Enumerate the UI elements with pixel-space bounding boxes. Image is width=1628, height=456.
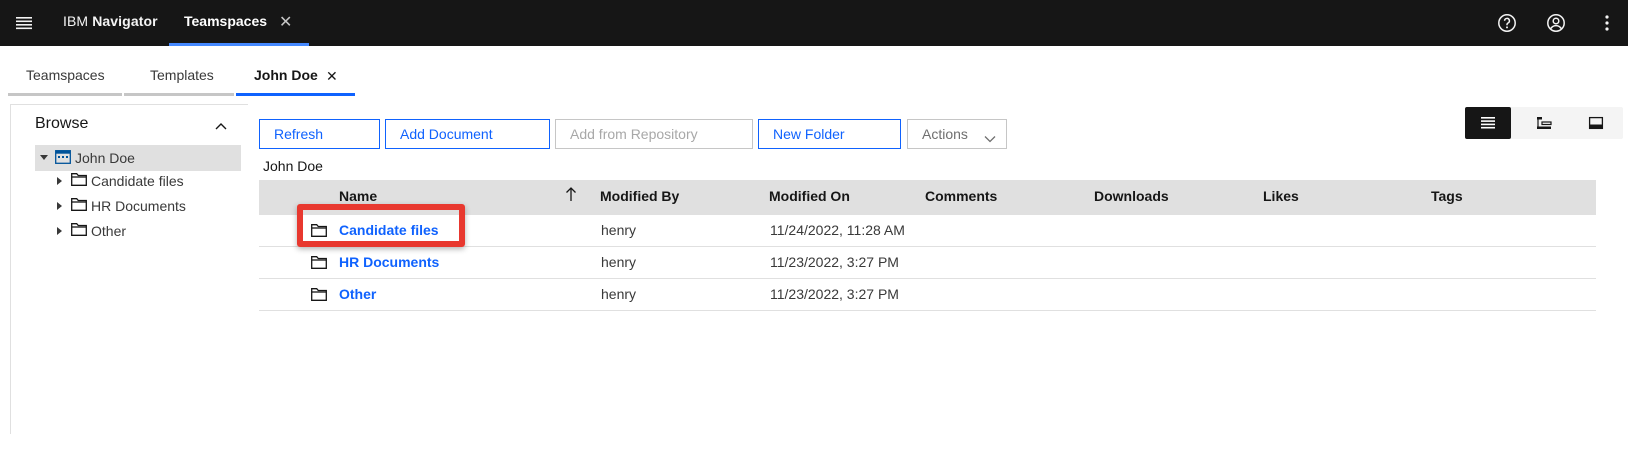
folder-icon — [71, 223, 87, 239]
table-row[interactable]: Candidate files henry 11/24/2022, 11:28 … — [259, 215, 1596, 247]
tree-node: John Doe — [37, 146, 135, 170]
table-row[interactable]: Other henry 11/23/2022, 3:27 PM — [259, 279, 1596, 311]
new-folder-button[interactable]: New Folder — [758, 119, 901, 149]
cell-modified-by: henry — [601, 286, 637, 302]
chevron-down-icon — [984, 130, 996, 146]
column-header-modified-by[interactable]: Modified By — [600, 188, 679, 204]
caret-right-icon[interactable] — [53, 227, 67, 235]
tab-teamspaces-label: Teamspaces — [184, 13, 268, 29]
refresh-button[interactable]: Refresh — [259, 119, 380, 149]
actions-dropdown[interactable]: Actions — [907, 119, 1007, 149]
tab-teamspaces-top[interactable]: Teamspaces ✕ — [169, 0, 309, 46]
tree-root-label: John Doe — [75, 150, 135, 166]
table-header: Name Modified By Modified On Comments Do… — [259, 180, 1596, 215]
brand-prefix: IBM — [63, 13, 89, 29]
folder-name-link[interactable]: Candidate files — [339, 222, 439, 238]
folder-name-link[interactable]: Other — [339, 286, 376, 302]
top-header: IBM Navigator Teamspaces ✕ — [0, 0, 1628, 46]
actions-label: Actions — [922, 126, 968, 142]
cell-modified-by: henry — [601, 222, 637, 238]
cell-modified-on: 11/24/2022, 11:28 AM — [770, 222, 905, 238]
caret-right-icon[interactable] — [53, 202, 67, 210]
tree-item-label: Candidate files — [91, 173, 184, 189]
column-header-downloads[interactable]: Downloads — [1094, 188, 1169, 204]
help-icon[interactable] — [1494, 10, 1520, 36]
sort-ascending-icon[interactable] — [565, 186, 577, 205]
folder-icon — [311, 256, 327, 272]
tree-item-other[interactable]: Other — [53, 219, 126, 243]
folder-icon — [311, 288, 327, 304]
browse-panel: Browse John Doe Candidate files HR Docum… — [10, 104, 248, 434]
chevron-up-icon[interactable] — [215, 117, 227, 133]
tab-templates-label: Templates — [150, 67, 214, 83]
close-icon[interactable]: ✕ — [279, 12, 292, 32]
tab-john-doe-label: John Doe — [254, 67, 318, 83]
user-avatar-icon[interactable] — [1543, 10, 1569, 36]
caret-right-icon[interactable] — [53, 177, 67, 185]
brand-logo[interactable]: IBM Navigator — [63, 13, 158, 29]
tab-john-doe[interactable]: John Doe ✕ — [236, 58, 355, 96]
caret-down-icon[interactable] — [37, 155, 51, 161]
add-document-button[interactable]: Add Document — [385, 119, 550, 149]
column-header-name[interactable]: Name — [339, 188, 377, 204]
table-row[interactable]: HR Documents henry 11/23/2022, 3:27 PM — [259, 247, 1596, 279]
column-header-comments[interactable]: Comments — [925, 188, 997, 204]
folder-icon — [311, 224, 327, 240]
tree-item-hr-documents[interactable]: HR Documents — [53, 194, 186, 218]
breadcrumb[interactable]: John Doe — [263, 158, 323, 174]
cell-modified-by: henry — [601, 254, 637, 270]
tree-item-label: Other — [91, 223, 127, 239]
folder-name-link[interactable]: HR Documents — [339, 254, 439, 270]
browse-title: Browse — [35, 115, 89, 132]
tree-root-john-doe[interactable]: John Doe — [35, 145, 241, 171]
filmstrip-view-icon[interactable] — [1573, 107, 1619, 139]
folder-icon — [71, 198, 87, 214]
cell-modified-on: 11/23/2022, 3:27 PM — [770, 286, 899, 302]
tab-teamspaces-label: Teamspaces — [26, 67, 105, 83]
add-from-repository-button[interactable]: Add from Repository — [555, 119, 753, 149]
tree-view-icon[interactable] — [1521, 107, 1567, 139]
column-header-modified-on[interactable]: Modified On — [769, 188, 850, 204]
column-header-likes[interactable]: Likes — [1263, 188, 1299, 204]
cell-modified-on: 11/23/2022, 3:27 PM — [770, 254, 899, 270]
tab-templates[interactable]: Templates — [124, 58, 234, 96]
details-view-icon[interactable] — [1465, 107, 1511, 139]
folder-icon — [71, 173, 87, 189]
close-icon[interactable]: ✕ — [326, 68, 338, 85]
tab-teamspaces[interactable]: Teamspaces — [8, 58, 122, 96]
tree-item-candidate-files[interactable]: Candidate files — [53, 169, 184, 193]
view-switcher — [1465, 107, 1623, 139]
tree-item-label: HR Documents — [91, 198, 186, 214]
overflow-menu-icon[interactable] — [1594, 10, 1620, 36]
teamspace-icon — [55, 149, 71, 167]
column-header-tags[interactable]: Tags — [1431, 188, 1463, 204]
brand-name: Navigator — [92, 13, 158, 29]
menu-icon[interactable] — [10, 10, 38, 36]
